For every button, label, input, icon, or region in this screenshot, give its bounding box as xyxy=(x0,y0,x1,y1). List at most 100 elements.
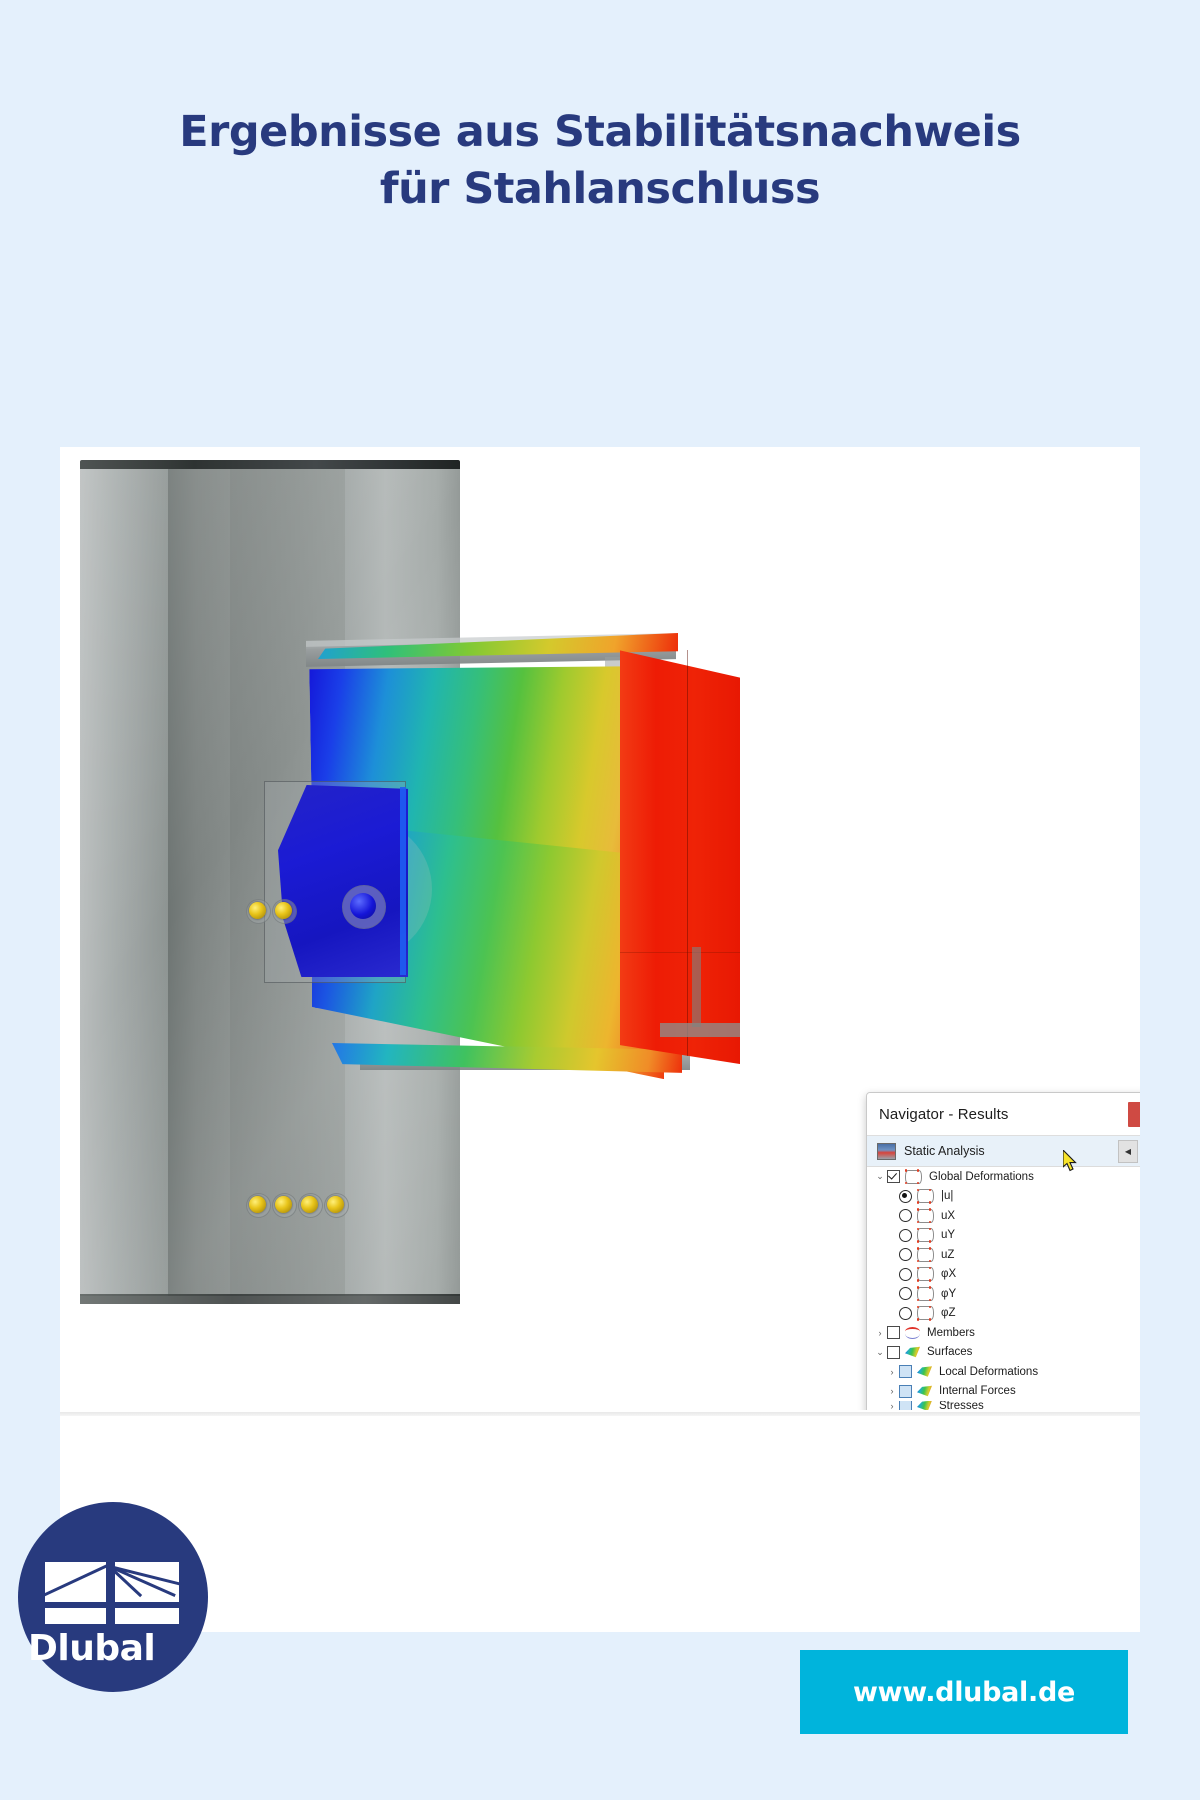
deformed-frame-icon xyxy=(916,1266,934,1282)
radio-button[interactable] xyxy=(899,1228,912,1242)
navigator-title: Navigator - Results xyxy=(879,1105,1009,1123)
radio-button[interactable] xyxy=(899,1287,912,1301)
content-card: Navigator - Results × Static Analysis ◀ … xyxy=(60,447,1140,1632)
tree-row[interactable]: |u| xyxy=(867,1187,1140,1207)
dlubal-logo-text: Dlubal xyxy=(28,1628,156,1669)
close-icon[interactable]: × xyxy=(1128,1101,1140,1127)
navigator-results-window[interactable]: Navigator - Results × Static Analysis ◀ … xyxy=(866,1092,1140,1410)
bolt-1 xyxy=(249,1196,266,1213)
chevron-right-icon[interactable]: › xyxy=(873,1328,887,1338)
checkbox[interactable] xyxy=(899,1365,912,1379)
tree-row-label: uX xyxy=(941,1209,956,1222)
checkbox[interactable] xyxy=(899,1401,912,1410)
tree-row[interactable]: › Stresses xyxy=(867,1401,1140,1410)
tree-row-label: Members xyxy=(927,1326,975,1339)
tree-row-label: φX xyxy=(941,1268,957,1281)
column-bottom-cap xyxy=(80,1294,460,1304)
analysis-spinner[interactable]: ◀ ▶ xyxy=(1118,1140,1140,1163)
website-url-button[interactable]: www.dlubal.de xyxy=(800,1650,1128,1734)
tree-row[interactable]: φX xyxy=(867,1265,1140,1285)
card-divider xyxy=(60,1412,1140,1416)
radio-button[interactable] xyxy=(899,1209,912,1223)
tree-row-label: φZ xyxy=(941,1307,956,1320)
deformed-fin-plate xyxy=(278,785,408,977)
tree-row[interactable]: φZ xyxy=(867,1304,1140,1324)
ghost-stiffener-vertical xyxy=(692,947,701,1027)
checkbox[interactable] xyxy=(887,1326,900,1340)
rainbow-surface-icon xyxy=(917,1401,932,1410)
end-plate-mesh-line xyxy=(620,952,740,953)
bolt-4 xyxy=(327,1196,344,1213)
deformed-frame-icon xyxy=(916,1227,934,1243)
radio-selected[interactable] xyxy=(899,1189,912,1203)
page-title: Ergebnisse aus Stabilitätsnachweis für S… xyxy=(0,104,1200,218)
tree-row-label: Local Deformations xyxy=(939,1365,1039,1378)
page-title-line-2: für Stahlanschluss xyxy=(379,164,821,215)
tree-row-label: uZ xyxy=(941,1248,955,1261)
rainbow-surface-icon xyxy=(905,1346,920,1358)
deformed-frame-icon xyxy=(916,1286,934,1302)
deformed-frame-icon xyxy=(904,1169,922,1185)
static-analysis-icon xyxy=(877,1142,896,1160)
end-plate-seam xyxy=(687,650,688,1056)
deformed-frame-icon xyxy=(916,1208,934,1224)
chevron-down-icon[interactable]: ⌄ xyxy=(873,1171,887,1182)
fin-plate-edge-highlight xyxy=(400,787,406,975)
navigator-titlebar[interactable]: Navigator - Results × xyxy=(867,1093,1140,1136)
tree-row-label: Surfaces xyxy=(927,1346,973,1359)
deformed-end-plate xyxy=(620,642,740,1064)
model-viewport[interactable]: Navigator - Results × Static Analysis ◀ … xyxy=(60,447,1140,1410)
chevron-right-icon[interactable]: › xyxy=(885,1401,899,1410)
page-title-line-1: Ergebnisse aus Stabilitätsnachweis xyxy=(179,107,1021,157)
chevron-left-icon[interactable]: ◀ xyxy=(1118,1140,1138,1163)
tree-row[interactable]: φY xyxy=(867,1284,1140,1304)
chevron-right-icon[interactable]: › xyxy=(885,1386,899,1396)
tree-row-label: Stresses xyxy=(939,1401,984,1410)
bolt-3 xyxy=(301,1196,318,1213)
tree-row-label: φY xyxy=(941,1287,957,1300)
chevron-down-icon[interactable]: ⌄ xyxy=(873,1347,887,1358)
rainbow-surface-icon xyxy=(917,1385,932,1397)
tree-row[interactable]: uX xyxy=(867,1206,1140,1226)
tree-row-label: Global Deformations xyxy=(929,1170,1034,1183)
tree-row[interactable]: uY xyxy=(867,1226,1140,1246)
deformed-frame-icon xyxy=(916,1188,934,1204)
website-url-label: www.dlubal.de xyxy=(853,1676,1075,1708)
tree-row[interactable]: › Internal Forces xyxy=(867,1382,1140,1402)
bolt-blue xyxy=(350,893,376,919)
dlubal-logo-mark xyxy=(45,1562,179,1624)
navigator-tree[interactable]: ⌄ Global Deformations |u| uX uY uZ φX φY … xyxy=(867,1167,1140,1410)
logo-pylon xyxy=(106,1562,115,1624)
checkbox[interactable] xyxy=(899,1384,912,1398)
deformed-frame-icon xyxy=(916,1247,934,1263)
tree-row-label: uY xyxy=(941,1229,956,1242)
tree-row-label: |u| xyxy=(941,1190,954,1203)
member-curve-icon xyxy=(905,1326,920,1339)
checkbox[interactable] xyxy=(887,1170,900,1184)
tree-row[interactable]: › Local Deformations xyxy=(867,1362,1140,1382)
tree-row[interactable]: ⌄ Surfaces xyxy=(867,1343,1140,1363)
tree-row[interactable]: ⌄ Global Deformations xyxy=(867,1167,1140,1187)
analysis-selector[interactable]: Static Analysis ◀ ▶ xyxy=(867,1136,1140,1172)
tree-row[interactable]: uZ xyxy=(867,1245,1140,1265)
rainbow-surface-icon xyxy=(917,1366,932,1377)
radio-button[interactable] xyxy=(899,1248,912,1262)
chevron-right-icon[interactable]: › xyxy=(885,1367,899,1377)
checkbox[interactable] xyxy=(887,1345,900,1359)
tree-row-label: Internal Forces xyxy=(939,1385,1016,1398)
deformed-frame-icon xyxy=(916,1305,934,1321)
bolt-6 xyxy=(275,902,292,919)
static-analysis-label: Static Analysis xyxy=(904,1144,985,1158)
radio-button[interactable] xyxy=(899,1306,912,1320)
mouse-cursor-icon xyxy=(1063,1150,1077,1172)
tree-row[interactable]: › Members xyxy=(867,1323,1140,1343)
bolt-5 xyxy=(249,902,266,919)
radio-button[interactable] xyxy=(899,1267,912,1281)
